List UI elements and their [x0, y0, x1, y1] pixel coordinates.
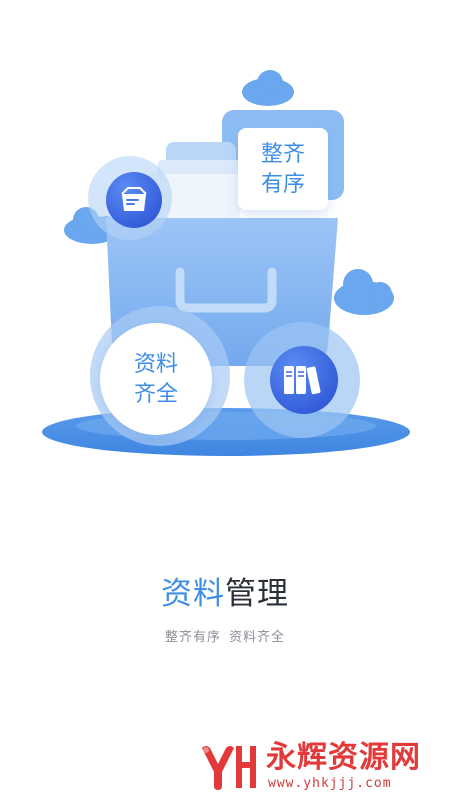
cloud-icon	[334, 269, 394, 315]
tag-top-line2: 有序	[260, 172, 305, 197]
tag-bottom-line2: 齐全	[133, 382, 178, 407]
page-title: 资料管理	[0, 572, 450, 616]
subtitle-part1: 整齐有序	[164, 630, 221, 645]
tag-top: 整齐 有序	[238, 140, 328, 200]
watermark-logo	[202, 746, 256, 790]
watermark-name: 永辉资源网	[266, 740, 421, 775]
page-subtitle: 整齐有序 资料齐全	[0, 628, 450, 648]
page-title-accent: 资料	[161, 576, 225, 612]
watermark-url: www.yhkjjj.com	[268, 776, 392, 791]
tag-bottom-line1: 资料	[133, 352, 178, 377]
tag-bottom: 资料 齐全	[100, 350, 212, 410]
subtitle-part2: 资料齐全	[229, 630, 286, 645]
page-title-rest: 管理	[225, 576, 289, 612]
books-icon	[284, 366, 321, 395]
inbox-icon	[121, 187, 147, 211]
cloud-icon	[242, 70, 294, 106]
tag-top-line1: 整齐	[260, 142, 305, 167]
watermark: 永辉资源网 www.yhkjjj.com	[196, 738, 436, 794]
folder-illustration	[42, 70, 410, 456]
